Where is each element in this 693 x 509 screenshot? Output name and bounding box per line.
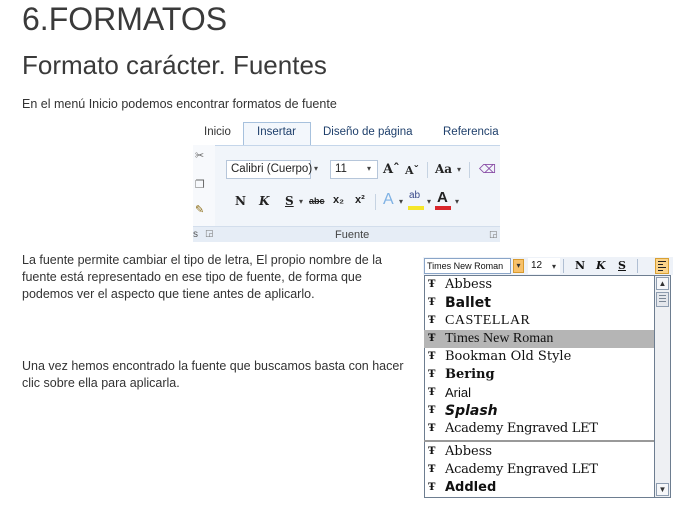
font-list-scrollbar[interactable]: ▲ ▼	[654, 275, 671, 498]
highlight-button[interactable]: ab	[409, 190, 420, 201]
font-size-value: 11	[335, 163, 347, 175]
text-effects-button[interactable]: A	[383, 191, 394, 209]
truetype-icon: Ŧ	[428, 446, 436, 457]
page-title: 6.FORMATOS	[22, 1, 228, 37]
font-name-combo[interactable]: Calibri (Cuerpo)	[226, 160, 313, 179]
highlight-color-bar	[408, 206, 424, 210]
truetype-icon: Ŧ	[428, 279, 436, 290]
ribbon-separator	[375, 194, 376, 210]
ribbon-image: Inicio Insertar Diseño de página Referen…	[193, 122, 500, 242]
font-list-divider	[424, 440, 654, 442]
truetype-icon: Ŧ	[428, 297, 436, 308]
truetype-icon: Ŧ	[428, 369, 436, 380]
tab-insertar[interactable]: Insertar	[257, 126, 296, 138]
font-name-field-value: Times New Roman	[427, 261, 504, 271]
truetype-icon: Ŧ	[428, 482, 436, 493]
font-dialog-launcher-icon[interactable]: ◲	[489, 229, 498, 240]
align-left-icon	[658, 261, 666, 273]
font-color-bar	[435, 206, 451, 210]
scroll-thumb[interactable]	[656, 292, 669, 307]
change-case-dropdown-icon[interactable]: ▾	[457, 165, 461, 174]
paragraph-apply-font: Una vez hemos encontrado la fuente que b…	[22, 359, 404, 390]
font-size-dropdown-icon[interactable]: ▾	[367, 164, 371, 173]
scroll-down-icon[interactable]: ▼	[656, 483, 669, 496]
tab-inicio[interactable]: Inicio	[193, 122, 242, 145]
dialog-launcher-icon[interactable]: ◲	[205, 228, 214, 239]
clear-format-icon[interactable]: ⌫	[479, 162, 496, 176]
font-color-button[interactable]: A	[437, 189, 448, 206]
subscript-button[interactable]: x₂	[333, 194, 344, 206]
superscript-button[interactable]: x²	[355, 194, 365, 206]
change-case-button[interactable]: Aa	[435, 162, 452, 176]
font-item-abbess-all[interactable]: Ŧ Abbess	[424, 443, 654, 461]
underline-toolbar-button[interactable]: S	[618, 259, 626, 272]
italic-button[interactable]: K	[259, 194, 269, 208]
underline-dropdown-icon[interactable]: ▾	[299, 197, 303, 206]
text-effects-dropdown-icon[interactable]: ▾	[399, 197, 403, 206]
underline-button[interactable]: S	[285, 194, 294, 208]
font-size-dropdown-arrow[interactable]: ▾	[552, 262, 556, 271]
tab-referencias[interactable]: Referencia	[443, 126, 499, 138]
font-name-field[interactable]: Times New Roman	[424, 258, 511, 274]
font-name-dropdown-arrow[interactable]: ▾	[513, 259, 524, 273]
truetype-icon: Ŧ	[428, 423, 436, 434]
font-name-value: Calibri (Cuerpo)	[231, 163, 313, 175]
font-size-field-value: 12	[531, 260, 543, 271]
cut-icon[interactable]: ✂	[195, 149, 204, 162]
paragraph-font-preview: La fuente permite cambiar el tipo de let…	[22, 253, 382, 301]
intro-text: En el menú Inicio podemos encontrar form…	[22, 97, 337, 111]
font-color-dropdown-icon[interactable]: ▾	[455, 197, 459, 206]
highlight-dropdown-icon[interactable]: ▾	[427, 197, 431, 206]
toolbar-separator	[637, 259, 638, 273]
font-item-times-new-roman[interactable]: Ŧ Times New Roman	[424, 330, 654, 348]
font-item-arial[interactable]: Ŧ Arial	[424, 384, 654, 402]
ribbon-separator	[427, 162, 428, 178]
font-item-ballet[interactable]: Ŧ Ballet	[424, 294, 654, 312]
font-item-bering[interactable]: Ŧ Bering	[424, 366, 654, 384]
ribbon-separator	[469, 162, 470, 178]
copy-icon[interactable]: ❐	[195, 178, 205, 191]
font-name-dropdown-icon[interactable]: ▾	[314, 164, 318, 173]
truetype-icon: Ŧ	[428, 464, 436, 475]
tab-diseno-pagina[interactable]: Diseño de página	[323, 126, 413, 138]
bold-button[interactable]: N	[235, 194, 246, 208]
clipboard-group-label: s	[193, 229, 198, 240]
ribbon-tabs: Inicio Insertar Diseño de página Referen…	[193, 122, 500, 145]
truetype-icon: Ŧ	[428, 315, 436, 326]
truetype-icon: Ŧ	[428, 387, 436, 398]
section-title: Formato carácter. Fuentes	[22, 50, 327, 80]
italic-toolbar-button[interactable]: K	[596, 259, 606, 272]
formatting-toolbar: Times New Roman ▾ 12 ▾ N K S	[423, 257, 673, 275]
font-item-academy-engraved-all[interactable]: Ŧ Academy Engraved LET	[424, 461, 654, 479]
font-item-addled[interactable]: Ŧ Addled	[424, 479, 654, 497]
font-item-castellar[interactable]: Ŧ CASTELLAR	[424, 312, 654, 330]
font-dropdown-image: Times New Roman ▾ 12 ▾ N K S Ŧ Abbess Ŧ Ba…	[423, 257, 673, 499]
strikethrough-button[interactable]: abc	[309, 196, 325, 206]
truetype-icon: Ŧ	[428, 405, 436, 416]
shrink-font-icon[interactable]: Aˇ	[405, 164, 419, 177]
toolbar-separator	[563, 259, 564, 273]
scroll-up-icon[interactable]: ▲	[656, 277, 669, 290]
font-item-bookman[interactable]: Ŧ Bookman Old Style	[424, 348, 654, 366]
font-group-label: Fuente	[335, 229, 370, 241]
truetype-icon: Ŧ	[428, 333, 436, 344]
tab-inicio-label: Inicio	[204, 126, 231, 138]
font-item-splash[interactable]: Ŧ Splash	[424, 402, 654, 420]
truetype-icon: Ŧ	[428, 351, 436, 362]
font-item-abbess[interactable]: Ŧ Abbess	[424, 276, 654, 294]
bold-toolbar-button[interactable]: N	[575, 259, 585, 272]
font-item-academy-engraved[interactable]: Ŧ Academy Engraved LET	[424, 420, 654, 438]
grow-font-icon[interactable]: Aˆ	[383, 162, 400, 177]
format-painter-icon[interactable]: ✎	[195, 203, 204, 216]
